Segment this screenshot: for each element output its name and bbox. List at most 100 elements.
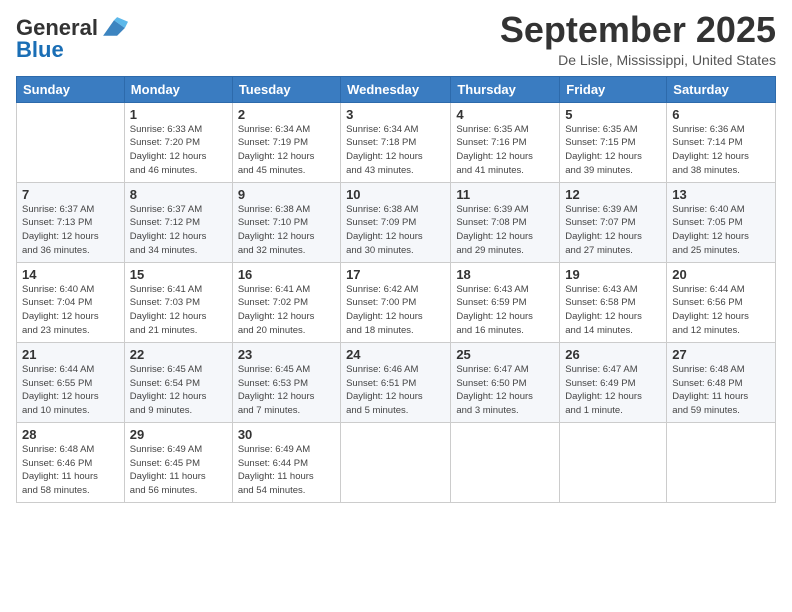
day-info: Sunrise: 6:38 AM Sunset: 7:10 PM Dayligh… [238,203,335,258]
logo-icon [100,14,128,42]
day-number: 8 [130,187,227,202]
logo: General Blue [16,14,128,62]
day-info: Sunrise: 6:39 AM Sunset: 7:08 PM Dayligh… [456,203,554,258]
day-number: 11 [456,187,554,202]
col-wednesday: Wednesday [341,76,451,102]
day-number: 12 [565,187,661,202]
day-info: Sunrise: 6:49 AM Sunset: 6:44 PM Dayligh… [238,443,335,498]
calendar-week-row: 28Sunrise: 6:48 AM Sunset: 6:46 PM Dayli… [17,422,776,502]
col-monday: Monday [124,76,232,102]
day-info: Sunrise: 6:47 AM Sunset: 6:50 PM Dayligh… [456,363,554,418]
table-row: 10Sunrise: 6:38 AM Sunset: 7:09 PM Dayli… [341,182,451,262]
table-row [341,422,451,502]
day-info: Sunrise: 6:48 AM Sunset: 6:48 PM Dayligh… [672,363,770,418]
day-info: Sunrise: 6:43 AM Sunset: 6:58 PM Dayligh… [565,283,661,338]
table-row: 6Sunrise: 6:36 AM Sunset: 7:14 PM Daylig… [667,102,776,182]
day-number: 25 [456,347,554,362]
table-row: 30Sunrise: 6:49 AM Sunset: 6:44 PM Dayli… [232,422,340,502]
table-row: 27Sunrise: 6:48 AM Sunset: 6:48 PM Dayli… [667,342,776,422]
day-number: 18 [456,267,554,282]
day-number: 1 [130,107,227,122]
day-number: 30 [238,427,335,442]
col-sunday: Sunday [17,76,125,102]
day-number: 27 [672,347,770,362]
day-info: Sunrise: 6:37 AM Sunset: 7:13 PM Dayligh… [22,203,119,258]
day-info: Sunrise: 6:34 AM Sunset: 7:18 PM Dayligh… [346,123,445,178]
table-row [451,422,560,502]
table-row: 23Sunrise: 6:45 AM Sunset: 6:53 PM Dayli… [232,342,340,422]
table-row: 28Sunrise: 6:48 AM Sunset: 6:46 PM Dayli… [17,422,125,502]
table-row: 22Sunrise: 6:45 AM Sunset: 6:54 PM Dayli… [124,342,232,422]
day-number: 10 [346,187,445,202]
table-row: 13Sunrise: 6:40 AM Sunset: 7:05 PM Dayli… [667,182,776,262]
col-tuesday: Tuesday [232,76,340,102]
day-number: 29 [130,427,227,442]
day-number: 17 [346,267,445,282]
day-number: 14 [22,267,119,282]
table-row: 11Sunrise: 6:39 AM Sunset: 7:08 PM Dayli… [451,182,560,262]
col-saturday: Saturday [667,76,776,102]
table-row [667,422,776,502]
col-thursday: Thursday [451,76,560,102]
logo-text-line2: Blue [16,38,64,62]
table-row [560,422,667,502]
table-row: 20Sunrise: 6:44 AM Sunset: 6:56 PM Dayli… [667,262,776,342]
calendar-week-row: 14Sunrise: 6:40 AM Sunset: 7:04 PM Dayli… [17,262,776,342]
table-row: 9Sunrise: 6:38 AM Sunset: 7:10 PM Daylig… [232,182,340,262]
day-number: 16 [238,267,335,282]
day-info: Sunrise: 6:47 AM Sunset: 6:49 PM Dayligh… [565,363,661,418]
table-row: 17Sunrise: 6:42 AM Sunset: 7:00 PM Dayli… [341,262,451,342]
day-info: Sunrise: 6:45 AM Sunset: 6:53 PM Dayligh… [238,363,335,418]
day-info: Sunrise: 6:43 AM Sunset: 6:59 PM Dayligh… [456,283,554,338]
day-number: 23 [238,347,335,362]
day-number: 21 [22,347,119,362]
day-info: Sunrise: 6:40 AM Sunset: 7:05 PM Dayligh… [672,203,770,258]
calendar-week-row: 1Sunrise: 6:33 AM Sunset: 7:20 PM Daylig… [17,102,776,182]
day-info: Sunrise: 6:40 AM Sunset: 7:04 PM Dayligh… [22,283,119,338]
col-friday: Friday [560,76,667,102]
day-number: 28 [22,427,119,442]
table-row: 5Sunrise: 6:35 AM Sunset: 7:15 PM Daylig… [560,102,667,182]
table-row: 21Sunrise: 6:44 AM Sunset: 6:55 PM Dayli… [17,342,125,422]
table-row: 1Sunrise: 6:33 AM Sunset: 7:20 PM Daylig… [124,102,232,182]
day-info: Sunrise: 6:44 AM Sunset: 6:56 PM Dayligh… [672,283,770,338]
table-row: 15Sunrise: 6:41 AM Sunset: 7:03 PM Dayli… [124,262,232,342]
table-row: 19Sunrise: 6:43 AM Sunset: 6:58 PM Dayli… [560,262,667,342]
calendar-header-row: Sunday Monday Tuesday Wednesday Thursday… [17,76,776,102]
day-number: 15 [130,267,227,282]
table-row [17,102,125,182]
table-row: 3Sunrise: 6:34 AM Sunset: 7:18 PM Daylig… [341,102,451,182]
table-row: 8Sunrise: 6:37 AM Sunset: 7:12 PM Daylig… [124,182,232,262]
day-info: Sunrise: 6:38 AM Sunset: 7:09 PM Dayligh… [346,203,445,258]
table-row: 2Sunrise: 6:34 AM Sunset: 7:19 PM Daylig… [232,102,340,182]
day-info: Sunrise: 6:41 AM Sunset: 7:03 PM Dayligh… [130,283,227,338]
day-info: Sunrise: 6:37 AM Sunset: 7:12 PM Dayligh… [130,203,227,258]
day-number: 20 [672,267,770,282]
day-number: 13 [672,187,770,202]
day-info: Sunrise: 6:45 AM Sunset: 6:54 PM Dayligh… [130,363,227,418]
day-number: 24 [346,347,445,362]
day-number: 22 [130,347,227,362]
day-number: 5 [565,107,661,122]
day-info: Sunrise: 6:36 AM Sunset: 7:14 PM Dayligh… [672,123,770,178]
day-number: 4 [456,107,554,122]
day-info: Sunrise: 6:34 AM Sunset: 7:19 PM Dayligh… [238,123,335,178]
calendar-week-row: 7Sunrise: 6:37 AM Sunset: 7:13 PM Daylig… [17,182,776,262]
day-number: 26 [565,347,661,362]
day-number: 9 [238,187,335,202]
day-info: Sunrise: 6:46 AM Sunset: 6:51 PM Dayligh… [346,363,445,418]
table-row: 24Sunrise: 6:46 AM Sunset: 6:51 PM Dayli… [341,342,451,422]
table-row: 7Sunrise: 6:37 AM Sunset: 7:13 PM Daylig… [17,182,125,262]
title-block: September 2025 De Lisle, Mississippi, Un… [500,10,776,68]
table-row: 14Sunrise: 6:40 AM Sunset: 7:04 PM Dayli… [17,262,125,342]
table-row: 4Sunrise: 6:35 AM Sunset: 7:16 PM Daylig… [451,102,560,182]
calendar-week-row: 21Sunrise: 6:44 AM Sunset: 6:55 PM Dayli… [17,342,776,422]
location: De Lisle, Mississippi, United States [500,52,776,68]
table-row: 29Sunrise: 6:49 AM Sunset: 6:45 PM Dayli… [124,422,232,502]
table-row: 25Sunrise: 6:47 AM Sunset: 6:50 PM Dayli… [451,342,560,422]
day-info: Sunrise: 6:41 AM Sunset: 7:02 PM Dayligh… [238,283,335,338]
day-info: Sunrise: 6:42 AM Sunset: 7:00 PM Dayligh… [346,283,445,338]
day-info: Sunrise: 6:44 AM Sunset: 6:55 PM Dayligh… [22,363,119,418]
day-number: 7 [22,187,119,202]
table-row: 16Sunrise: 6:41 AM Sunset: 7:02 PM Dayli… [232,262,340,342]
